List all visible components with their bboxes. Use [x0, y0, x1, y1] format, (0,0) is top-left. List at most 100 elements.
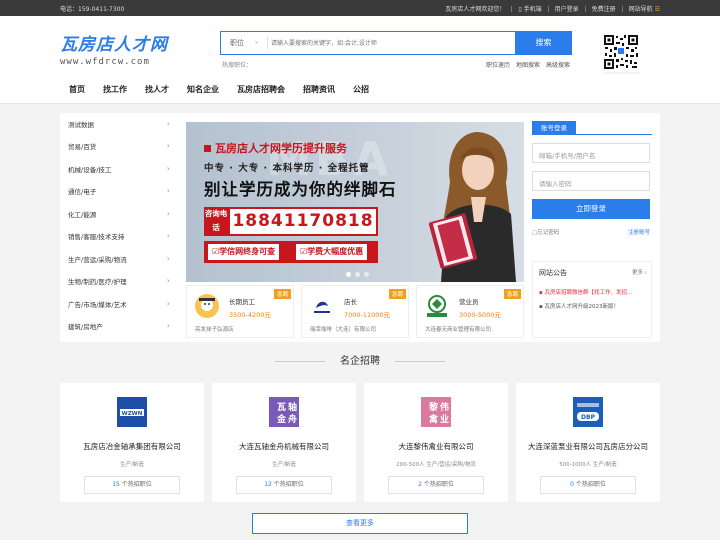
company-name: 大连瓦轴金舟机械有限公司 [239, 442, 329, 451]
company-meta: 500-1000人 生产/制造 [559, 462, 617, 468]
mobile-label: 手机端 [523, 6, 542, 13]
nav-item-news[interactable]: 招聘资讯 [294, 74, 344, 104]
notice-item[interactable]: ▪ 瓦房店招聘微信群【找工作、发招… [539, 288, 633, 296]
login-box: 账号登录 邮箱/手机号/用户名 请输入密码 立即登录 ▢忘记密码 注册账号 [532, 121, 652, 243]
category-item[interactable]: 机械/设备/技工 › [68, 164, 172, 186]
site-logo[interactable]: 瓦房店人才网 www.wfdrcw.com [60, 30, 168, 67]
category-item[interactable]: 生产/营运/采购/物流 › [68, 254, 172, 276]
hot-jobs-suffix: 个热招职位 [273, 481, 304, 488]
hot-jobs-button[interactable]: 2 个热招职位 [388, 476, 484, 494]
nav-item-find-job[interactable]: 找工作 [94, 74, 136, 104]
company-meta: 生产/制造 [272, 462, 296, 468]
notice-more-link[interactable]: 更多 › [632, 268, 647, 276]
nav-item-home[interactable]: 首页 [60, 74, 94, 104]
urgent-badge: 急聘 [503, 289, 521, 299]
category-item[interactable]: 化工/能源 › [68, 209, 172, 231]
nav-item-public-jobs[interactable]: 公招 [344, 74, 378, 104]
category-item[interactable]: 销售/客服/技术支持 › [68, 231, 172, 253]
category-item[interactable]: 生物/制药/医疗/护理 › [68, 276, 172, 298]
job-resume-link[interactable]: 职位速历 [486, 60, 510, 69]
luckin-logo-icon [310, 294, 334, 318]
job-salary: 3000-5000元 [459, 311, 501, 319]
divider [547, 5, 549, 12]
site-nav-link[interactable]: 网站导航 ☰ [629, 4, 660, 13]
category-label: 建筑/房地产 [68, 323, 103, 331]
hot-jobs-count: 12 [264, 481, 272, 488]
user-login-link[interactable]: 用户登录 [555, 4, 579, 13]
login-button[interactable]: 立即登录 [532, 199, 650, 219]
nav-item-job-fair[interactable]: 瓦房店招聘会 [228, 74, 294, 104]
svg-text:轴: 轴 [288, 401, 297, 413]
mobile-link[interactable]: ▯ 手机端 [518, 4, 541, 13]
nav-item-companies[interactable]: 知名企业 [178, 74, 228, 104]
forgot-password-link[interactable]: ▢忘记密码 [532, 228, 559, 236]
chevron-right-icon: › [166, 321, 170, 330]
hot-jobs-suffix: 个热招职位 [575, 481, 606, 488]
category-item[interactable]: 贸易/百货 › [68, 141, 172, 163]
category-label: 生物/制药/医疗/护理 [68, 278, 127, 286]
urgent-badge: 急聘 [388, 289, 406, 299]
banner-phone: 18841170818 [228, 207, 378, 236]
category-item[interactable]: 测试数据 › [68, 119, 172, 141]
category-item[interactable]: 通信/电子 › [68, 186, 172, 208]
hot-jobs-button[interactable]: 0 个热招职位 [540, 476, 636, 494]
company-card[interactable]: DBP 大连深蓝泵业有限公司瓦房店分公司 500-1000人 生产/制造 0 个… [516, 383, 660, 502]
pagination-dot[interactable] [364, 272, 369, 277]
notice-item[interactable]: ▪ 瓦房店人才网升级2023新版！ [539, 302, 619, 310]
tab-account-login[interactable]: 账号登录 [532, 121, 576, 135]
pagination-dot[interactable] [355, 272, 360, 277]
svg-text:舟: 舟 [288, 413, 297, 425]
job-card[interactable]: 急聘 店长 7000-11000元 瑞幸咖啡（大连）有限公司 [301, 285, 409, 338]
register-link[interactable]: 注册账号 [628, 228, 650, 236]
map-search-link[interactable]: 地图搜索 [516, 60, 540, 69]
company-logo-icon: WZWN [117, 397, 147, 427]
search-input[interactable] [271, 35, 511, 51]
banner-pagination [346, 272, 369, 277]
top-links: 瓦房店人才网欢迎您！ ▯ 手机端 用户登录 免费注册 网站导航 ☰ [445, 4, 660, 13]
svg-text:伟: 伟 [440, 401, 449, 413]
company-meta: 生产/制造 [120, 462, 144, 468]
hot-jobs-button[interactable]: 12 个热招职位 [236, 476, 332, 494]
hot-jobs-suffix: 个热招职位 [121, 481, 152, 488]
category-label: 广告/市场/媒体/艺术 [68, 301, 127, 309]
hot-jobs-count: 15 [112, 481, 120, 488]
search-type-select[interactable]: 职位 ⌄ [221, 32, 267, 54]
svg-text:禽: 禽 [428, 413, 439, 425]
company-avatar-icon [195, 294, 219, 318]
view-more-button[interactable]: 查看更多 [252, 513, 468, 534]
divider [621, 5, 623, 12]
username-field[interactable]: 邮箱/手机号/用户名 [532, 143, 650, 163]
notice-item-text: 瓦房店人才网升级2023新版！ [544, 304, 619, 310]
hot-search-label: 热搜职位： [222, 62, 253, 69]
hot-jobs-button[interactable]: 15 个热招职位 [84, 476, 180, 494]
job-card[interactable]: 急聘 长期员工 3500-4200元 亮发抹子弘源店 [186, 285, 294, 338]
advanced-search-link[interactable]: 高级搜索 [546, 60, 570, 69]
company-card[interactable]: 瓦轴金舟 大连瓦轴金舟机械有限公司 生产/制造 12 个热招职位 [212, 383, 356, 502]
nav-item-find-talent[interactable]: 找人才 [136, 74, 178, 104]
free-register-link[interactable]: 免费注册 [592, 4, 616, 13]
password-field[interactable]: 请输入密码 [532, 171, 650, 191]
category-item[interactable]: 建筑/房地产 › [68, 321, 172, 343]
hot-jobs-suffix: 个热招职位 [423, 481, 454, 488]
company-logo-icon: DBP [573, 397, 603, 427]
company-card[interactable]: 黎伟禽业 大连黎伟禽业有限公司 200-500人 生产/营运/采购/物流 2 个… [364, 383, 508, 502]
category-item[interactable]: 广告/市场/媒体/艺术 › [68, 299, 172, 321]
chevron-right-icon: › [166, 119, 170, 128]
divider [511, 5, 513, 12]
search-button[interactable]: 搜索 [515, 31, 572, 55]
chevron-right-icon: › [644, 270, 647, 276]
menu-icon: ☰ [654, 6, 660, 13]
company-card[interactable]: WZWN 瓦房店冶金轴承集团有限公司 生产/制造 15 个热招职位 [60, 383, 204, 502]
company-name: 大连深蓝泵业有限公司瓦房店分公司 [528, 442, 648, 451]
main-panel: 测试数据 › 贸易/百货 › 机械/设备/技工 › 通信/电子 › 化工/能源 › 销售/… [60, 113, 660, 342]
company-meta: 200-500人 生产/营运/采购/物流 [396, 462, 476, 468]
logo-en: www.wfdrcw.com [60, 57, 150, 67]
pagination-dot[interactable] [346, 272, 351, 277]
svg-text:黎: 黎 [428, 401, 438, 413]
hot-jobs-count: 0 [570, 481, 574, 488]
chevron-right-icon: › [166, 254, 170, 263]
promo-banner[interactable]: MBA 瓦房店人才网学历提升服务 中专 · 大专 · 本科学历 · 全程托管 别… [186, 122, 524, 282]
logo-cn: 瓦房店人才网 [60, 35, 168, 55]
category-label: 通信/电子 [68, 188, 97, 196]
job-card[interactable]: 急聘 营业员 3000-5000元 大连春天商业管理有限公司 [416, 285, 524, 338]
